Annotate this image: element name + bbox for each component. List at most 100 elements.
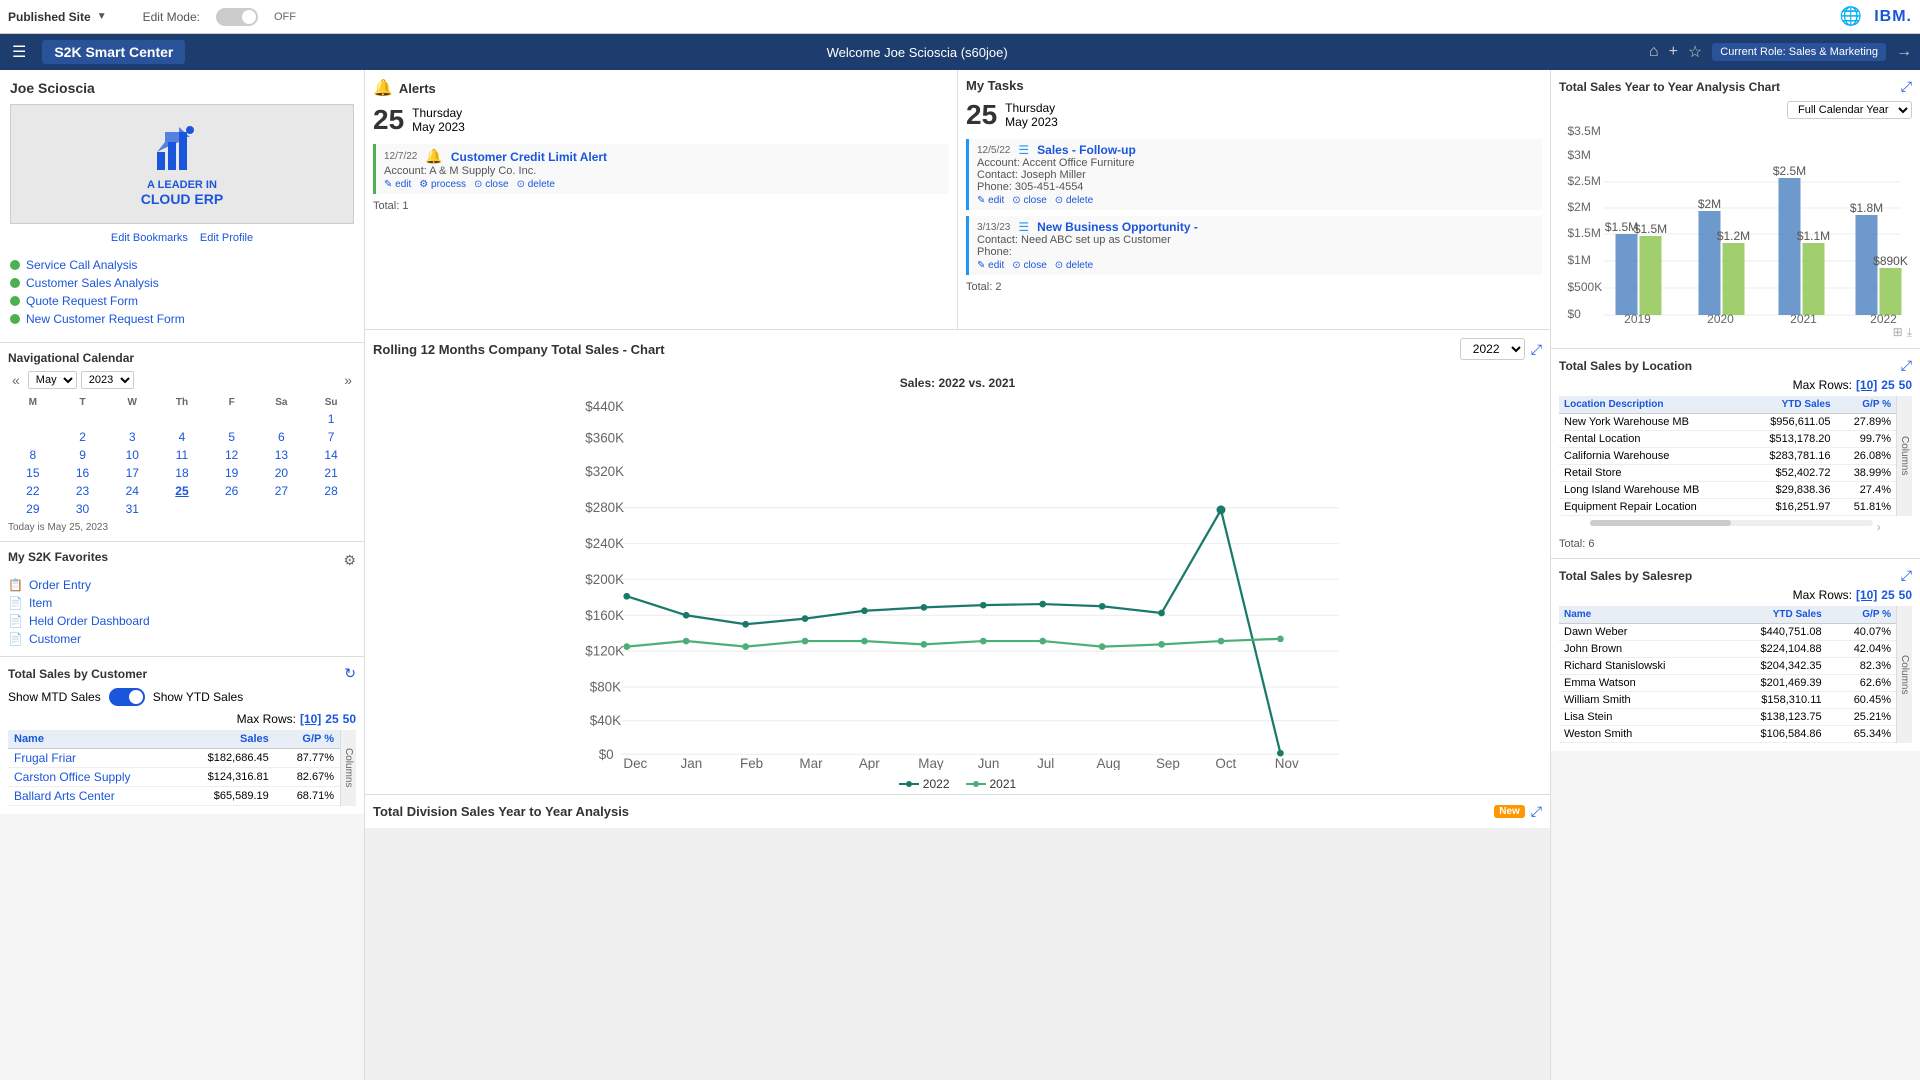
cal-day-cell[interactable]: 22 — [8, 482, 58, 500]
cal-day-cell[interactable]: 7 — [306, 428, 356, 446]
home-icon[interactable]: ⌂ — [1649, 43, 1659, 61]
sr-col-gp[interactable]: G/P % — [1827, 606, 1896, 624]
cal-day-cell[interactable]: 15 — [8, 464, 58, 482]
col-name[interactable]: Name — [8, 730, 178, 749]
task-edit-2[interactable]: ✎ edit — [977, 260, 1004, 271]
cal-day-cell[interactable]: 24 — [107, 482, 157, 500]
loc-scroll-right[interactable]: › — [1877, 520, 1881, 534]
customer-link-3[interactable]: Ballard Arts Center — [14, 789, 115, 803]
fav-held-order[interactable]: 📄Held Order Dashboard — [8, 612, 356, 630]
loc-max-10[interactable]: [10] — [1856, 378, 1877, 392]
col-sales[interactable]: Sales — [178, 730, 275, 749]
quick-link-quote-form[interactable]: Quote Request Form — [10, 292, 354, 310]
cal-day-cell[interactable]: 17 — [107, 464, 157, 482]
cal-day-cell[interactable]: 14 — [306, 446, 356, 464]
cal-year-select[interactable]: 2023 — [81, 371, 134, 389]
cal-day-cell[interactable]: 29 — [8, 500, 58, 518]
chart-download-icon[interactable]: ⤓ — [1907, 325, 1912, 340]
cal-prev[interactable]: « — [8, 372, 24, 388]
cal-day-cell[interactable]: 12 — [207, 446, 257, 464]
sr-max-50[interactable]: 50 — [1899, 588, 1912, 602]
quick-link-service-call[interactable]: Service Call Analysis — [10, 256, 354, 274]
cal-day-cell[interactable]: 10 — [107, 446, 157, 464]
globe-icon[interactable]: 🌐 — [1840, 6, 1862, 27]
edit-profile-link[interactable]: Edit Profile — [200, 232, 253, 244]
cal-day-cell[interactable]: 23 — [58, 482, 108, 500]
task-delete-2[interactable]: ⊙ delete — [1055, 260, 1093, 271]
cal-day-cell[interactable]: 16 — [58, 464, 108, 482]
gear-icon[interactable]: ⚙ — [343, 552, 356, 569]
loc-col-name[interactable]: Location Description — [1559, 396, 1745, 414]
division-expand-icon[interactable]: ⤢ — [1531, 803, 1542, 820]
site-dropdown-arrow[interactable]: ▼ — [97, 11, 107, 22]
alert-process-1[interactable]: ⚙ process — [419, 179, 466, 190]
max-rows-50[interactable]: 50 — [343, 712, 356, 726]
logout-icon[interactable]: → — [1896, 43, 1912, 61]
yc-expand-icon[interactable]: ⤢ — [1901, 78, 1912, 95]
cal-month-select[interactable]: May — [28, 371, 77, 389]
cal-day-cell[interactable]: 28 — [306, 482, 356, 500]
cal-day-cell[interactable]: 8 — [8, 446, 58, 464]
alert-edit-1[interactable]: ✎ edit — [384, 179, 411, 190]
cal-day-cell[interactable]: 9 — [58, 446, 108, 464]
hamburger-menu-icon[interactable]: ☰ — [8, 38, 30, 66]
max-rows-25[interactable]: 25 — [325, 712, 338, 726]
cal-day-cell[interactable]: 3 — [107, 428, 157, 446]
sr-max-10[interactable]: [10] — [1856, 588, 1877, 602]
sr-max-25[interactable]: 25 — [1881, 588, 1894, 602]
sr-col-name[interactable]: Name — [1559, 606, 1722, 624]
cal-day-cell[interactable]: 26 — [207, 482, 257, 500]
task-edit-1[interactable]: ✎ edit — [977, 195, 1004, 206]
loc-max-25[interactable]: 25 — [1881, 378, 1894, 392]
cal-day-cell[interactable]: 5 — [207, 428, 257, 446]
cal-day-cell[interactable]: 2 — [58, 428, 108, 446]
task-close-2[interactable]: ⊙ close — [1012, 260, 1047, 271]
task-title-1[interactable]: Sales - Follow-up — [1037, 143, 1136, 157]
add-icon[interactable]: + — [1669, 43, 1678, 61]
cal-day-cell[interactable]: 18 — [157, 464, 207, 482]
year-select[interactable]: 2022 — [1460, 338, 1525, 360]
loc-col-sales[interactable]: YTD Sales — [1745, 396, 1836, 414]
loc-col-gp[interactable]: G/P % — [1836, 396, 1896, 414]
alert-title-1[interactable]: Customer Credit Limit Alert — [451, 150, 607, 164]
sr-expand-icon[interactable]: ⤢ — [1901, 567, 1912, 584]
alert-delete-1[interactable]: ⊙ delete — [517, 179, 555, 190]
year-chart-select[interactable]: Full Calendar Year — [1787, 101, 1912, 119]
cal-day-cell[interactable]: 21 — [306, 464, 356, 482]
cal-day-cell[interactable]: 30 — [58, 500, 108, 518]
cal-day-cell[interactable]: 13 — [257, 446, 307, 464]
col-gp[interactable]: G/P % — [275, 730, 340, 749]
cal-day-cell[interactable]: 27 — [257, 482, 307, 500]
edit-mode-toggle[interactable] — [216, 8, 258, 26]
star-icon[interactable]: ☆ — [1688, 42, 1702, 62]
cal-day-cell[interactable]: 20 — [257, 464, 307, 482]
quick-link-new-customer[interactable]: New Customer Request Form — [10, 310, 354, 328]
cal-day-cell[interactable]: 25 — [157, 482, 207, 500]
customer-link-1[interactable]: Frugal Friar — [14, 751, 76, 765]
loc-expand-icon[interactable]: ⤢ — [1901, 357, 1912, 374]
cal-day-cell[interactable]: 31 — [107, 500, 157, 518]
alert-close-1[interactable]: ⊙ close — [474, 179, 509, 190]
quick-link-customer-sales[interactable]: Customer Sales Analysis — [10, 274, 354, 292]
loc-max-50[interactable]: 50 — [1899, 378, 1912, 392]
refresh-icon[interactable]: ↻ — [344, 665, 356, 682]
cal-day-cell[interactable]: 6 — [257, 428, 307, 446]
rolling-expand-icon[interactable]: ⤢ — [1531, 341, 1542, 358]
sr-col-sales[interactable]: YTD Sales — [1722, 606, 1826, 624]
cal-day-cell[interactable]: 4 — [157, 428, 207, 446]
task-title-2[interactable]: New Business Opportunity - — [1037, 220, 1198, 234]
task-close-1[interactable]: ⊙ close — [1012, 195, 1047, 206]
fav-customer[interactable]: 📄Customer — [8, 630, 356, 648]
task-delete-1[interactable]: ⊙ delete — [1055, 195, 1093, 206]
fav-order-entry[interactable]: 📋Order Entry — [8, 576, 356, 594]
edit-bookmarks-link[interactable]: Edit Bookmarks — [111, 232, 188, 244]
cal-day-cell[interactable]: 1 — [306, 410, 356, 428]
chart-options-icon[interactable]: ⊞ — [1893, 325, 1903, 340]
fav-item[interactable]: 📄Item — [8, 594, 356, 612]
published-site-label[interactable]: Published Site ▼ — [8, 10, 107, 24]
cal-next[interactable]: » — [340, 372, 356, 388]
cal-day-cell[interactable]: 19 — [207, 464, 257, 482]
cal-day-cell[interactable]: 11 — [157, 446, 207, 464]
max-rows-10[interactable]: [10] — [300, 712, 321, 726]
customer-link-2[interactable]: Carston Office Supply — [14, 770, 131, 784]
